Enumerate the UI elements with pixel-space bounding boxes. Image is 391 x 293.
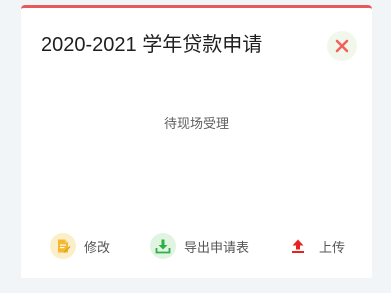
loan-application-card: 2020-2021 学年贷款申请 待现场受理 修改 导出申请表 上传 (21, 5, 372, 278)
edit-icon-wrap (50, 233, 76, 259)
document-edit-icon (58, 239, 71, 253)
upload-icon-wrap (285, 233, 311, 259)
download-icon (155, 239, 171, 254)
status-text: 待现场受理 (163, 116, 229, 131)
upload-label: 上传 (319, 239, 346, 255)
card-title: 2020-2021 学年贷款申请 (41, 34, 263, 56)
close-button[interactable] (327, 31, 357, 61)
upload-icon (292, 239, 304, 253)
edit-button[interactable]: 修改 (50, 232, 110, 260)
close-icon (335, 39, 349, 53)
export-application-button[interactable]: 导出申请表 (150, 232, 249, 260)
export-label: 导出申请表 (184, 239, 250, 255)
export-icon-wrap (150, 233, 176, 259)
edit-label: 修改 (84, 239, 111, 255)
upload-button[interactable]: 上传 (285, 232, 345, 260)
